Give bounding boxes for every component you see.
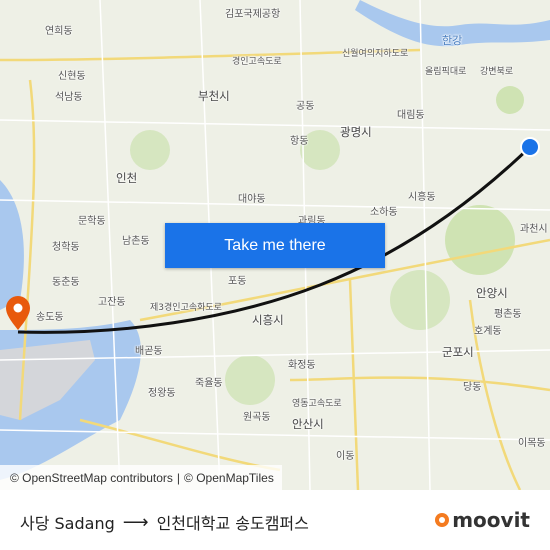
origin-marker [520,137,540,157]
place-label: 동춘동 [52,277,80,288]
map-view[interactable]: 김포국제공항 연희동 신현동 석남동 부천시 인천 문학동 청학동 동춘동 고잔… [0,0,550,490]
destination-name: 인천대학교 송도캠퍼스 [156,514,309,533]
place-label: 원곡동 [243,412,271,423]
brand-name: moovit [452,508,530,532]
place-label: 이목동 [518,438,546,449]
place-label: 과천시 [520,224,548,235]
place-label: 이동 [336,451,355,462]
place-label: 평촌동 [494,309,522,320]
place-label: 신현동 [58,71,86,82]
place-label: 송도동 [36,312,64,323]
place-label: 연희동 [45,26,73,37]
place-label: 대야동 [238,194,266,205]
take-me-there-button[interactable]: Take me there [165,223,385,268]
place-label: 공동 [296,101,315,112]
road-label: 올림픽대로 [425,67,467,77]
place-label: 배곧동 [135,346,163,357]
map-attribution: © OpenStreetMap contributors | © OpenMap… [0,465,282,490]
place-label: 시흥동 [408,192,436,203]
place-label: 문학동 [78,216,106,227]
place-label: 군포시 [442,345,474,359]
place-label: 정왕동 [148,388,176,399]
arrow-right-icon: ⟶ [122,511,149,533]
place-label: 남촌동 [122,236,150,247]
road-label: 신월여의지하도로 [342,49,409,59]
road-label: 강변북로 [480,67,514,77]
origin-name: 사당 Sadang [20,514,115,533]
place-label: 석남동 [55,92,83,103]
place-label: 안산시 [292,417,324,431]
road-label: 경인고속도로 [232,57,282,67]
place-label: 시흥시 [252,313,284,327]
place-label: 광명시 [340,125,372,139]
place-label: 항동 [290,136,309,147]
place-label: 죽율동 [195,378,223,389]
road-label: 영동고속도로 [292,399,342,409]
osm-contributors-link[interactable]: © OpenStreetMap contributors [10,471,173,485]
openmaptiles-link[interactable]: © OpenMapTiles [184,471,274,485]
place-label: 호계동 [474,326,502,337]
place-label: 안양시 [476,286,508,300]
attribution-separator: | [176,470,181,485]
route-title: 사당 Sadang ⟶ 인천대학교 송도캠퍼스 [20,510,309,534]
place-label: 당동 [463,382,482,393]
place-label: 고잔동 [98,297,126,308]
place-label: 김포국제공항 [225,9,281,20]
place-label: 대림동 [397,110,425,121]
place-label: 인천 [116,171,138,185]
water-label: 한강 [442,34,463,47]
place-label: 소하동 [370,207,398,218]
moovit-pin-icon [435,513,450,527]
place-label: 화정동 [288,360,316,371]
place-label: 포동 [228,276,247,287]
road-label: 제3경인고속화도로 [150,303,222,313]
place-label: 청학동 [52,242,80,253]
place-label: 부천시 [198,89,230,103]
moovit-logo: moovit [435,508,530,532]
